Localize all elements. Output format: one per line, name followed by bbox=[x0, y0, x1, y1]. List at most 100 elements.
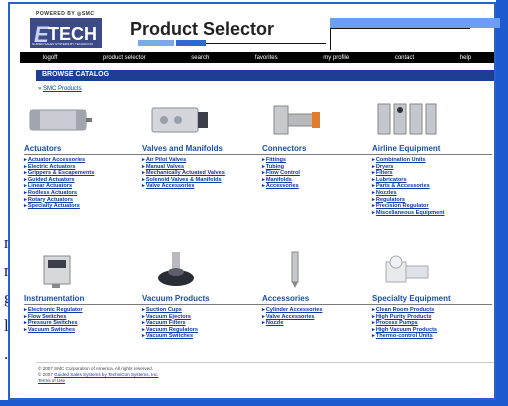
category-item[interactable]: Flow Control bbox=[262, 170, 382, 177]
category-item-label: Nozzles bbox=[375, 189, 397, 196]
category-item[interactable]: Grippers & Escapements bbox=[24, 170, 144, 177]
valve-icon[interactable] bbox=[142, 100, 262, 144]
category-item[interactable]: Filters bbox=[372, 170, 492, 177]
category-item[interactable]: Solenoid Valves & Manifolds bbox=[142, 177, 262, 184]
category-item[interactable]: Specialty Actuators bbox=[24, 203, 144, 210]
category-item[interactable]: Vacuum Ejectors bbox=[142, 314, 262, 321]
bottom-border-band bbox=[0, 400, 508, 406]
category-title[interactable]: Instrumentation bbox=[24, 294, 144, 305]
category-item[interactable]: High Purity Products bbox=[372, 314, 492, 321]
powered-by-label: POWERED BY ◎SMC bbox=[36, 11, 95, 17]
nav-my-profile[interactable]: my profile bbox=[323, 55, 349, 61]
category-item[interactable]: Electric Actuators bbox=[24, 164, 144, 171]
specialty-icon[interactable] bbox=[372, 250, 492, 294]
main-nav: logoff product selector search favorites… bbox=[20, 52, 494, 63]
category-item[interactable]: Accessories bbox=[262, 183, 382, 190]
category-item-label: Vacuum Regulators bbox=[145, 326, 199, 333]
actuator-icon[interactable] bbox=[24, 100, 144, 144]
category-valves-and-manifolds: Valves and Manifolds Air Pilot ValvesManu… bbox=[142, 100, 262, 190]
footer-separator bbox=[36, 362, 494, 363]
category-item[interactable]: Regulators bbox=[372, 197, 492, 204]
category-item[interactable]: Vacuum Regulators bbox=[142, 327, 262, 334]
category-item[interactable]: Pressure Switches bbox=[24, 320, 144, 327]
category-item-label: Fittings bbox=[265, 157, 287, 163]
category-item-label: Vacuum Switches bbox=[27, 326, 76, 333]
category-item-label: Linear Actuators bbox=[27, 183, 73, 190]
category-item[interactable]: Actuator Accessories bbox=[24, 157, 144, 164]
category-item[interactable]: Process Pumps bbox=[372, 320, 492, 327]
category-item[interactable]: Linear Actuators bbox=[24, 183, 144, 190]
category-item[interactable]: Miscellaneous Equipment bbox=[372, 210, 492, 217]
category-item-label: Suction Cups bbox=[145, 307, 182, 313]
gauge-icon[interactable] bbox=[24, 250, 144, 294]
category-item-label: Electric Actuators bbox=[27, 163, 76, 170]
header-decor-bar bbox=[176, 40, 206, 46]
category-item[interactable]: Mechanically Actuated Valves bbox=[142, 170, 262, 177]
nav-contact[interactable]: contact bbox=[395, 55, 414, 61]
category-item[interactable]: Clean Room Products bbox=[372, 307, 492, 314]
category-item[interactable]: Flow Switches bbox=[24, 314, 144, 321]
category-item-label: Combination Units bbox=[375, 157, 426, 163]
category-item-label: Clean Room Products bbox=[375, 307, 435, 313]
category-item[interactable]: Precision Regulator bbox=[372, 203, 492, 210]
category-item[interactable]: Parts & Accessories bbox=[372, 183, 492, 190]
browse-catalog-bar: BROWSE CATALOG bbox=[36, 70, 494, 81]
frl-icon[interactable] bbox=[372, 100, 492, 144]
category-item[interactable]: Electronic Regulator bbox=[24, 307, 144, 314]
category-item[interactable]: Guided Actuators bbox=[24, 177, 144, 184]
category-item-label: Guided Actuators bbox=[27, 176, 75, 183]
header-decor-line bbox=[330, 28, 470, 29]
category-item[interactable]: Fittings bbox=[262, 157, 382, 164]
category-title[interactable]: Connectors bbox=[262, 144, 382, 155]
nav-favorites[interactable]: favorites bbox=[255, 55, 278, 61]
category-title[interactable]: Vacuum Products bbox=[142, 294, 262, 305]
category-item-label: Parts & Accessories bbox=[375, 183, 430, 190]
category-item[interactable]: Suction Cups bbox=[142, 307, 262, 314]
fitting-icon[interactable] bbox=[262, 100, 382, 144]
category-title[interactable]: Airline Equipment bbox=[372, 144, 492, 155]
category-item[interactable]: Lubricators bbox=[372, 177, 492, 184]
category-item[interactable]: Manual Valves bbox=[142, 164, 262, 171]
category-item[interactable]: Thermo-control Units bbox=[372, 333, 492, 340]
category-item[interactable]: Air Pilot Valves bbox=[142, 157, 262, 164]
category-item[interactable]: Valve Accessories bbox=[142, 183, 262, 190]
page-title: Product Selector bbox=[130, 19, 275, 39]
category-item[interactable]: Cylinder Accessories bbox=[262, 307, 382, 314]
category-item[interactable]: Nozzle bbox=[262, 320, 382, 327]
breadcrumb-arrow-icon: » bbox=[38, 86, 42, 92]
category-item[interactable]: Rodless Actuators bbox=[24, 190, 144, 197]
category-item[interactable]: Nozzles bbox=[372, 190, 492, 197]
category-item-label: Process Pumps bbox=[375, 320, 418, 327]
category-item[interactable]: Manifolds bbox=[262, 177, 382, 184]
category-item-label: Tubing bbox=[265, 163, 285, 170]
footer-credit-link[interactable]: Guided Sales Systems by TechniCon System… bbox=[54, 372, 158, 377]
category-item[interactable]: Vacuum Filters bbox=[142, 320, 262, 327]
etech-logo[interactable]: E TECH GUIDED SALES SYSTEMS BY TECHNICON bbox=[30, 18, 102, 48]
nav-logoff[interactable]: logoff bbox=[43, 55, 58, 61]
browser-frame: POWERED BY ◎SMC E TECH GUIDED SALES SYST… bbox=[8, 2, 500, 400]
category-item-label: Miscellaneous Equipment bbox=[375, 209, 445, 216]
category-item-label: Manifolds bbox=[265, 176, 292, 183]
category-item-label: Nozzle bbox=[265, 320, 284, 327]
category-item[interactable]: Dryers bbox=[372, 164, 492, 171]
nav-search[interactable]: search bbox=[191, 55, 209, 61]
category-item-label: Accessories bbox=[265, 183, 299, 190]
category-title[interactable]: Specialty Equipment bbox=[372, 294, 492, 305]
category-item[interactable]: Rotary Actuators bbox=[24, 197, 144, 204]
breadcrumb-smc-products[interactable]: SMC Products bbox=[43, 86, 82, 92]
nozzle-icon[interactable] bbox=[262, 250, 382, 294]
category-title[interactable]: Actuators bbox=[24, 144, 144, 155]
category-item[interactable]: Tubing bbox=[262, 164, 382, 171]
category-item[interactable]: Valve Accessories bbox=[262, 314, 382, 321]
terms-of-use-link[interactable]: Terms of Use bbox=[38, 378, 65, 383]
category-title[interactable]: Valves and Manifolds bbox=[142, 144, 262, 155]
category-title[interactable]: Accessories bbox=[262, 294, 382, 305]
category-item[interactable]: High Vacuum Products bbox=[372, 327, 492, 334]
nav-product-selector[interactable]: product selector bbox=[103, 55, 146, 61]
category-item[interactable]: Combination Units bbox=[372, 157, 492, 164]
category-item[interactable]: Vacuum Switches bbox=[24, 327, 144, 334]
category-item[interactable]: Vacuum Switches bbox=[142, 333, 262, 340]
suction-cup-icon[interactable] bbox=[142, 250, 262, 294]
category-item-list: Suction CupsVacuum EjectorsVacuum Filter… bbox=[142, 307, 262, 340]
nav-help[interactable]: help bbox=[460, 55, 471, 61]
